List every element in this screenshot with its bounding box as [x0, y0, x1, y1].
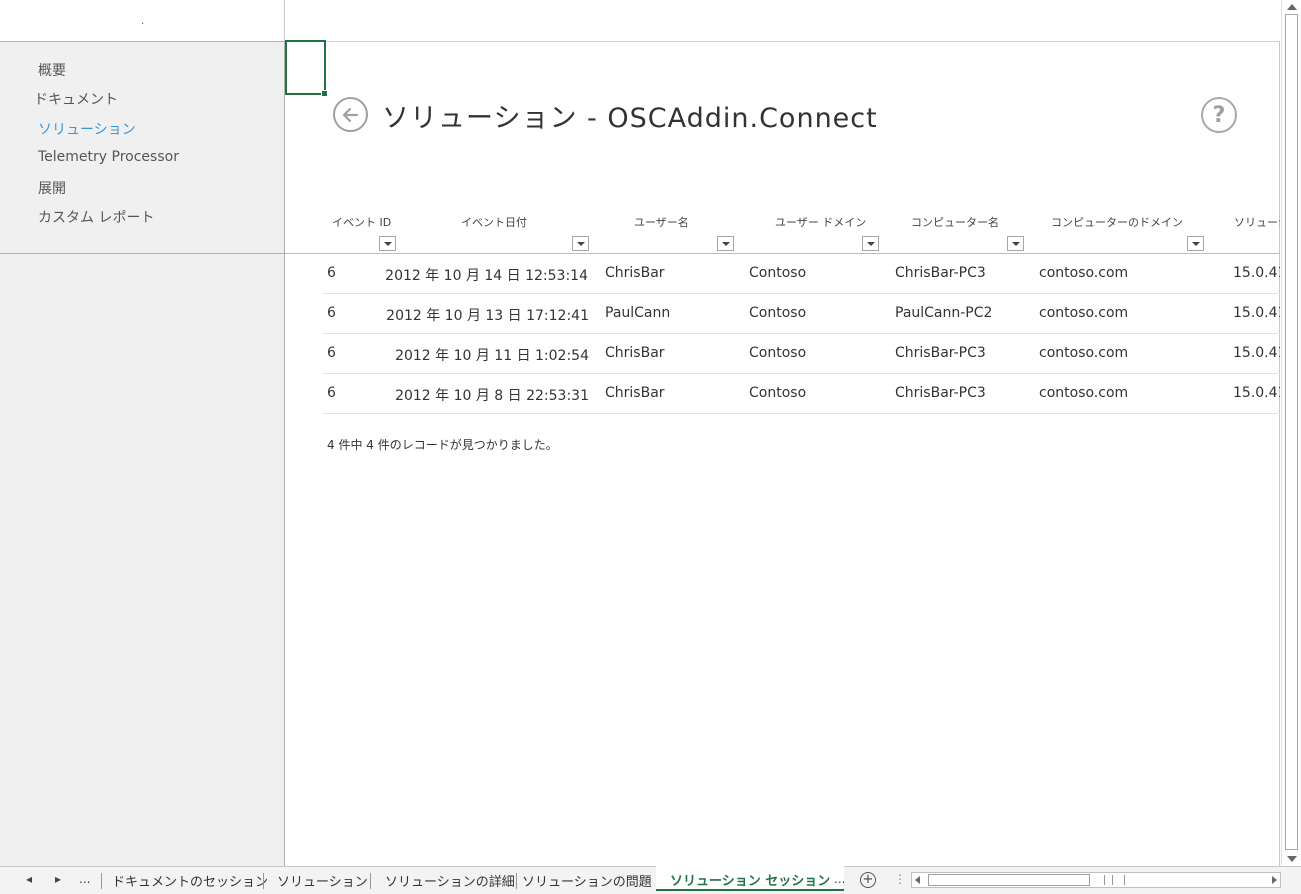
cell-event-date: 2012 年 10 月 8 日 22:53:31: [395, 388, 589, 404]
column-header-event-id: イベント ID: [332, 216, 392, 229]
cell-event-id: 6: [327, 385, 336, 401]
row-divider: [323, 293, 1280, 294]
record-count: 4 件中 4 件のレコードが見つかりました。: [327, 438, 558, 452]
tab-separator: [263, 873, 264, 889]
row-divider: [323, 373, 1280, 374]
cell-solution-version: 15.0.41: [1233, 345, 1280, 361]
nav-item-solutions[interactable]: ソリューション: [38, 119, 136, 139]
tab-solution-issues[interactable]: ソリューションの問題: [522, 871, 652, 890]
tab-solution-details[interactable]: ソリューションの詳細: [385, 871, 515, 890]
more-sheets-left[interactable]: ...: [79, 872, 90, 886]
tab-document-sessions[interactable]: ドキュメントのセッション: [112, 871, 268, 890]
horizontal-scrollbar[interactable]: [911, 872, 1281, 888]
cell-event-id: 6: [327, 305, 336, 321]
nav-item-overview[interactable]: 概要: [38, 60, 66, 80]
cell-computer-name: ChrisBar-PC3: [895, 385, 986, 401]
tab-solution-sessions[interactable]: ソリューション セッション: [656, 866, 845, 891]
cell-user-domain: Contoso: [749, 305, 807, 321]
cell-computer-domain: contoso.com: [1039, 345, 1129, 361]
cell-user-domain: Contoso: [749, 385, 807, 401]
filter-dropdown-computer-name[interactable]: [1007, 236, 1024, 251]
header-divider: [285, 253, 1280, 254]
cell-event-date: 2012 年 10 月 11 日 1:02:54: [395, 348, 589, 364]
cell-computer-domain: contoso.com: [1039, 305, 1129, 321]
excel-window: . 概要 ドキュメント ソリューション Telemetry Processor …: [0, 0, 1301, 894]
cell-computer-domain: contoso.com: [1039, 265, 1129, 281]
sheet-tab-bar: ◂ ▸ ... ドキュメントのセッション ソリューション ソリューションの詳細 …: [0, 866, 1301, 894]
cell-computer-name: ChrisBar-PC3: [895, 345, 986, 361]
tab-separator: [370, 873, 371, 889]
filter-dropdown-computer-domain[interactable]: [1187, 236, 1204, 251]
cell-user-domain: Contoso: [749, 345, 807, 361]
next-sheet-icon[interactable]: ▸: [55, 872, 61, 886]
filter-dropdown-user-name[interactable]: [717, 236, 734, 251]
prev-sheet-icon[interactable]: ◂: [26, 872, 32, 886]
filter-dropdown-event-date[interactable]: [572, 236, 589, 251]
cell-solution-version: 15.0.41: [1233, 305, 1280, 321]
scroll-left-arrow-icon[interactable]: [915, 876, 920, 884]
scroll-grip: [1104, 875, 1105, 885]
cell-event-id: 6: [327, 265, 336, 281]
left-header-dot: .: [141, 16, 145, 27]
scroll-grip: [1112, 875, 1113, 885]
cell-user-domain: Contoso: [749, 265, 807, 281]
nav-item-documents[interactable]: ドキュメント: [34, 89, 118, 109]
left-pane-empty: [0, 254, 285, 866]
cell-computer-name: PaulCann-PC2: [895, 305, 993, 321]
back-arrow-icon: [342, 107, 358, 122]
tab-separator: [516, 873, 517, 889]
nav-item-custom-reports[interactable]: カスタム レポート: [38, 207, 154, 227]
column-header-user-domain: ユーザー ドメイン: [775, 216, 867, 229]
selected-cell[interactable]: [285, 40, 328, 97]
cell-user-name: ChrisBar: [605, 385, 665, 401]
column-header-user-name: ユーザー名: [634, 216, 689, 229]
scroll-right-arrow-icon[interactable]: [1272, 876, 1277, 884]
left-navigation: 概要 ドキュメント ソリューション Telemetry Processor 展開…: [0, 41, 285, 254]
left-header: .: [0, 0, 285, 41]
column-header-solution-version: ソリューシ: [1234, 216, 1280, 229]
nav-item-deployment[interactable]: 展開: [38, 178, 66, 198]
tab-splitter-icon[interactable]: ⋮: [894, 872, 906, 886]
tab-separator: [101, 873, 102, 889]
cell-user-name: PaulCann: [605, 305, 671, 321]
scroll-up-arrow-icon[interactable]: [1287, 4, 1297, 10]
nav-item-telemetry-processor[interactable]: Telemetry Processor: [38, 149, 179, 165]
back-button[interactable]: [333, 97, 368, 132]
cell-computer-name: ChrisBar-PC3: [895, 265, 986, 281]
tab-solutions[interactable]: ソリューション: [277, 871, 368, 890]
vertical-scroll-thumb[interactable]: [1285, 14, 1298, 850]
row-divider: [323, 333, 1280, 334]
cell-computer-domain: contoso.com: [1039, 385, 1129, 401]
cell-event-id: 6: [327, 345, 336, 361]
cell-solution-version: 15.0.41: [1233, 265, 1280, 281]
cell-user-name: ChrisBar: [605, 265, 665, 281]
add-sheet-icon[interactable]: +: [860, 872, 876, 888]
cell-solution-version: 15.0.41: [1233, 385, 1280, 401]
row-divider: [323, 413, 1280, 414]
filter-dropdown-event-id[interactable]: [379, 236, 396, 251]
column-header-event-date: イベント日付: [461, 216, 527, 229]
cell-event-date: 2012 年 10 月 13 日 17:12:41: [386, 308, 589, 324]
more-sheets-right[interactable]: ...: [834, 872, 845, 886]
scroll-grip: [1124, 875, 1125, 885]
filter-dropdown-user-domain[interactable]: [862, 236, 879, 251]
cell-user-name: ChrisBar: [605, 345, 665, 361]
question-mark-icon: ?: [1212, 102, 1226, 128]
page-title: ソリューション - OSCAddin.Connect: [382, 103, 878, 134]
cell-event-date: 2012 年 10 月 14 日 12:53:14: [385, 268, 588, 284]
column-header-computer-domain: コンピューターのドメイン: [1051, 216, 1183, 229]
sheet-area[interactable]: [285, 41, 1280, 866]
scroll-down-arrow-icon[interactable]: [1287, 856, 1297, 862]
column-header-computer-name: コンピューター名: [911, 216, 999, 229]
vertical-scrollbar[interactable]: [1281, 0, 1301, 866]
horizontal-scroll-thumb[interactable]: [928, 874, 1090, 886]
help-button[interactable]: ?: [1201, 97, 1237, 133]
